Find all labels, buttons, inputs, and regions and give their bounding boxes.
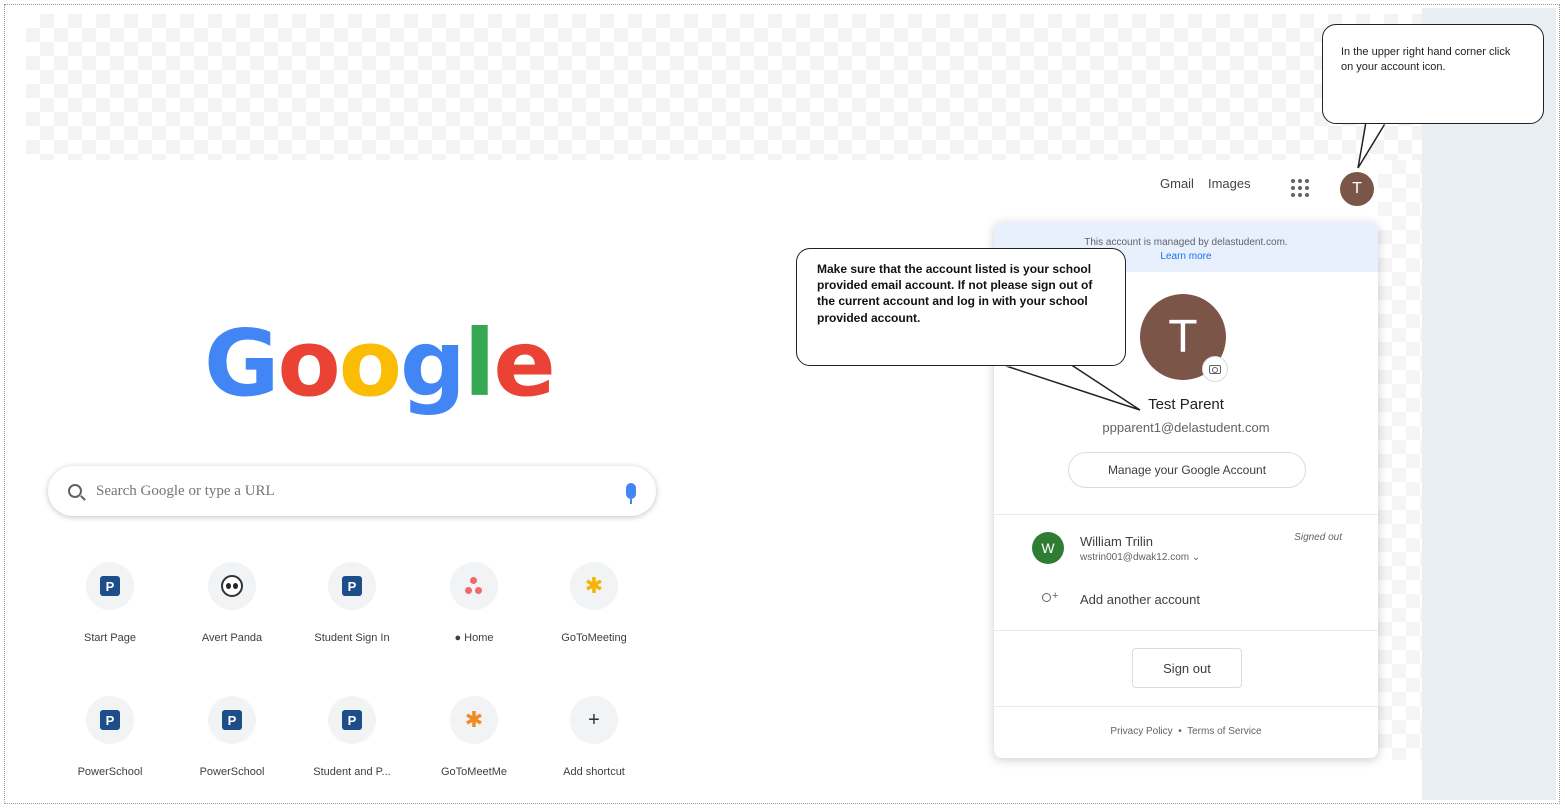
terms-of-service-link[interactable]: Terms of Service bbox=[1187, 726, 1261, 737]
add-shortcut-button[interactable]: + Add shortcut bbox=[538, 696, 650, 778]
other-account-email: wstrin001@dwak12.com ⌄ bbox=[1080, 551, 1201, 563]
powerschool-icon: P bbox=[342, 576, 362, 596]
managed-text: This account is managed by delastudent.c… bbox=[1084, 237, 1288, 248]
divider bbox=[994, 514, 1378, 515]
account-avatar-button[interactable]: T bbox=[1340, 172, 1374, 206]
shortcut-powerschool-1[interactable]: P PowerSchool bbox=[54, 696, 166, 778]
images-link[interactable]: Images bbox=[1208, 176, 1251, 191]
divider bbox=[994, 630, 1378, 631]
shortcut-label: ● Home bbox=[454, 632, 494, 644]
powerschool-icon: P bbox=[222, 710, 242, 730]
microphone-icon[interactable] bbox=[626, 483, 636, 504]
shortcut-label: Add shortcut bbox=[563, 766, 625, 778]
add-account-button[interactable]: Add another account bbox=[1040, 590, 1200, 607]
shortcut-label: PowerSchool bbox=[199, 766, 265, 778]
transparent-background-top bbox=[26, 14, 1422, 160]
shortcut-label: PowerSchool bbox=[77, 766, 143, 778]
side-panel-background bbox=[1422, 8, 1556, 800]
search-icon bbox=[68, 484, 82, 498]
shortcut-start-page[interactable]: P Start Page bbox=[54, 562, 166, 644]
powerschool-icon: P bbox=[100, 576, 120, 596]
shortcut-label: GoToMeetMe bbox=[440, 766, 508, 778]
top-bar-links: Gmail Images bbox=[1160, 176, 1251, 191]
transparent-background-right bbox=[1378, 160, 1422, 760]
footer-links: Privacy Policy • Terms of Service bbox=[994, 726, 1378, 737]
shortcut-gotomeeting[interactable]: ✱ GoToMeeting bbox=[538, 562, 650, 644]
callout-check-account: Make sure that the account listed is you… bbox=[796, 248, 1126, 366]
manage-account-button[interactable]: Manage your Google Account bbox=[1068, 452, 1306, 488]
powerschool-icon: P bbox=[342, 710, 362, 730]
asana-icon bbox=[464, 576, 484, 596]
privacy-policy-link[interactable]: Privacy Policy bbox=[1110, 726, 1172, 737]
search-input[interactable] bbox=[96, 482, 626, 500]
camera-icon[interactable] bbox=[1202, 356, 1228, 382]
shortcut-gotomeetme[interactable]: ✱ GoToMeetMe bbox=[418, 696, 530, 778]
shortcut-student-and-parent[interactable]: P Student and P... bbox=[296, 696, 408, 778]
sign-out-button[interactable]: Sign out bbox=[1132, 648, 1242, 688]
shortcut-student-sign-in[interactable]: P Student Sign In bbox=[296, 562, 408, 644]
plus-icon: + bbox=[588, 708, 600, 731]
footer-separator: • bbox=[1178, 726, 1182, 737]
gotomeeting-icon: ✱ bbox=[464, 707, 484, 732]
user-email: ppparent1@delastudent.com bbox=[1102, 420, 1270, 435]
callout-account-icon: In the upper right hand corner click on … bbox=[1322, 24, 1544, 124]
other-account-avatar: W bbox=[1032, 532, 1064, 564]
other-account-name: William Trilin bbox=[1080, 533, 1153, 549]
add-person-icon bbox=[1040, 590, 1058, 607]
signed-out-status: Signed out bbox=[1294, 532, 1342, 543]
shortcut-avert-panda[interactable]: Avert Panda bbox=[176, 562, 288, 644]
search-box[interactable] bbox=[48, 466, 656, 516]
gotomeeting-icon: ✱ bbox=[584, 573, 604, 598]
shortcut-label: Student Sign In bbox=[314, 632, 390, 644]
shortcut-label: Start Page bbox=[84, 632, 136, 644]
panda-icon bbox=[221, 575, 243, 597]
gmail-link[interactable]: Gmail bbox=[1160, 176, 1194, 191]
powerschool-icon: P bbox=[100, 710, 120, 730]
shortcut-home[interactable]: ● Home bbox=[418, 562, 530, 644]
add-account-label: Add another account bbox=[1080, 592, 1200, 607]
google-apps-icon[interactable] bbox=[1290, 178, 1310, 198]
shortcut-label: Student and P... bbox=[313, 766, 391, 778]
google-logo: Google bbox=[204, 310, 556, 417]
shortcut-label: GoToMeeting bbox=[561, 632, 627, 644]
shortcut-powerschool-2[interactable]: P PowerSchool bbox=[176, 696, 288, 778]
shortcut-label: Avert Panda bbox=[201, 632, 263, 644]
user-name: Test Parent bbox=[1148, 396, 1224, 413]
divider bbox=[994, 706, 1378, 707]
